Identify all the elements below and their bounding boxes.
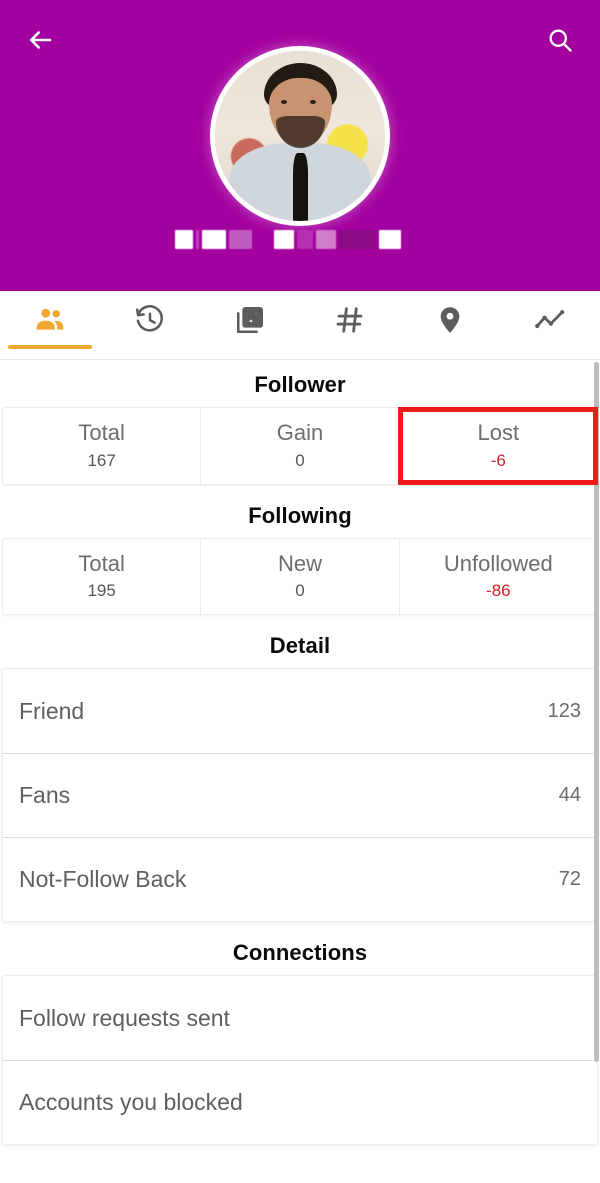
connections-list: Follow requests sent Accounts you blocked [2,975,598,1145]
scrollbar-thumb[interactable] [594,362,599,1062]
stat-cell-new[interactable]: New 0 [200,538,398,614]
redaction-block [379,229,402,249]
list-item-label: Fans [19,782,71,808]
following-stat-card: Total 195 New 0 Unfollowed -86 [2,537,598,615]
tab-bar [0,291,600,360]
stat-label: Unfollowed [443,550,553,576]
list-item[interactable]: Accounts you blocked [3,1060,597,1144]
stat-label: Total [78,420,125,445]
back-button[interactable] [18,20,62,64]
stat-value: -86 [486,581,511,600]
section-title-connections: Connections [232,940,368,965]
tab-hashtags[interactable] [300,291,400,360]
main-content: Follower Total 167 Gain 0 Lost -6 Following T… [0,360,600,1145]
stat-value: 167 [87,450,116,470]
redaction-block [315,229,336,249]
redaction-block [274,229,294,249]
avatar[interactable] [210,46,390,226]
search-icon [546,26,574,59]
list-item[interactable]: Fans 44 [3,753,597,837]
connections-section: Connections Follow requests sent Accounts… [0,928,600,1145]
trend-line-icon [533,303,567,337]
redaction-block [255,229,272,249]
following-section: Following Total 195 New 0 Unfollowed -86 [0,491,600,615]
list-item-label: Friend [19,697,85,724]
list-item-value: 44 [558,784,581,806]
tab-analytics[interactable] [500,291,600,360]
follower-stat-card: Total 167 Gain 0 Lost -6 [2,407,598,485]
back-arrow-icon [25,25,55,60]
stat-label: New [277,550,322,576]
username-redacted [175,224,425,254]
redaction-block [175,229,193,249]
detail-list: Friend 123 Fans 44 Not-Follow Back 72 [2,668,598,922]
section-title-detail: Detail [269,633,331,658]
search-button[interactable] [538,20,582,64]
list-item[interactable]: Not-Follow Back 72 [3,837,597,921]
tab-active-underline [8,345,92,349]
section-title-follower: Follower [254,372,346,397]
tab-followers[interactable] [0,291,100,360]
hashtag-icon [334,304,366,336]
stat-cell-total[interactable]: Total 195 [3,539,200,615]
app-screen: Follower Total 167 Gain 0 Lost -6 Following T… [0,0,600,1183]
list-item[interactable]: Follow requests sent [3,976,597,1060]
tab-locations[interactable] [400,291,500,360]
stat-value: 0 [295,581,305,600]
stat-value: 195 [87,581,116,600]
photos-icon [234,304,266,336]
redaction-block [404,229,423,249]
redaction-block [195,229,200,249]
tab-history[interactable] [100,291,200,360]
stat-value: -6 [490,450,506,470]
redaction-block [229,229,253,249]
follower-section: Follower Total 167 Gain 0 Lost -6 [0,360,600,485]
stat-cell-total[interactable]: Total 167 [3,408,200,484]
list-item-label: Follow requests sent [19,1004,230,1031]
list-item-label: Not-Follow Back [19,866,187,892]
stat-cell-unfollowed[interactable]: Unfollowed -86 [398,538,597,614]
stat-label: Total [78,550,125,576]
list-item-value: 72 [558,868,581,890]
list-item-label: Accounts you blocked [19,1089,243,1115]
stat-cell-gain[interactable]: Gain 0 [200,408,398,484]
redaction-block [202,229,227,249]
section-title-following: Following [248,502,352,528]
redaction-block [338,229,377,249]
avatar-image [215,51,385,221]
people-icon [33,303,67,337]
detail-section: Detail Friend 123 Fans 44 Not-Follow Back 72 [0,621,600,922]
list-item-value: 123 [547,699,581,722]
stat-label: Lost [477,420,520,445]
list-item[interactable]: Friend 123 [3,669,597,753]
history-icon [134,304,166,336]
redaction-block [296,229,313,249]
tab-photos[interactable] [200,291,300,360]
profile-header [0,0,600,291]
location-pin-icon [434,304,466,336]
stat-label: Gain [276,420,324,445]
stat-cell-lost[interactable]: Lost -6 [398,408,597,484]
stat-value: 0 [295,450,305,470]
